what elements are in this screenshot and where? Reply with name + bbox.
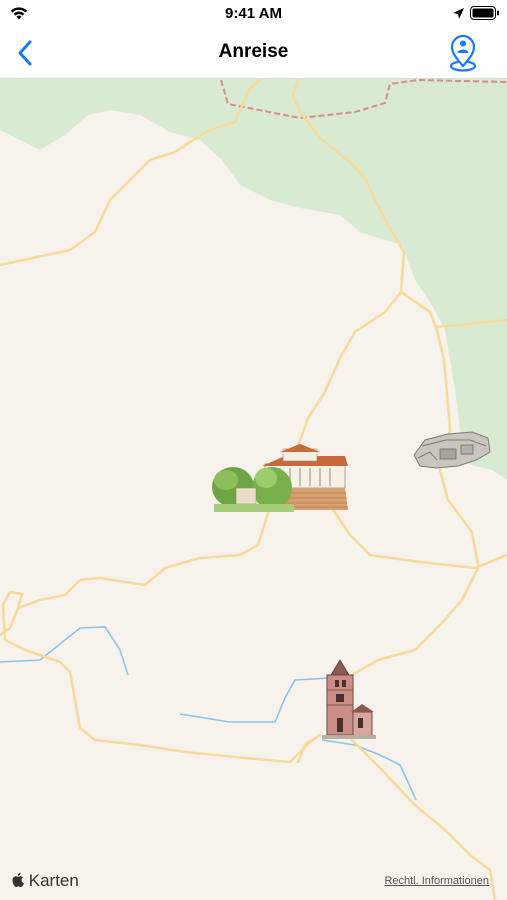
page-title: Anreise	[218, 41, 289, 62]
status-time: 9:41 AM	[225, 5, 282, 22]
status-bar: 9:41 AM	[0, 0, 507, 28]
location-arrow-icon	[453, 8, 464, 19]
navigation-bar: Anreise	[0, 28, 507, 79]
person-location-pin-icon	[449, 34, 477, 72]
maps-logo: Karten	[12, 871, 79, 891]
battery-icon	[470, 6, 499, 20]
legal-information-link[interactable]: Rechtl. Informationen	[384, 875, 489, 887]
user-location-button[interactable]	[445, 33, 481, 73]
maps-logo-text: Karten	[28, 871, 79, 890]
apple-logo-icon	[12, 872, 24, 887]
map-view[interactable]	[0, 79, 507, 900]
